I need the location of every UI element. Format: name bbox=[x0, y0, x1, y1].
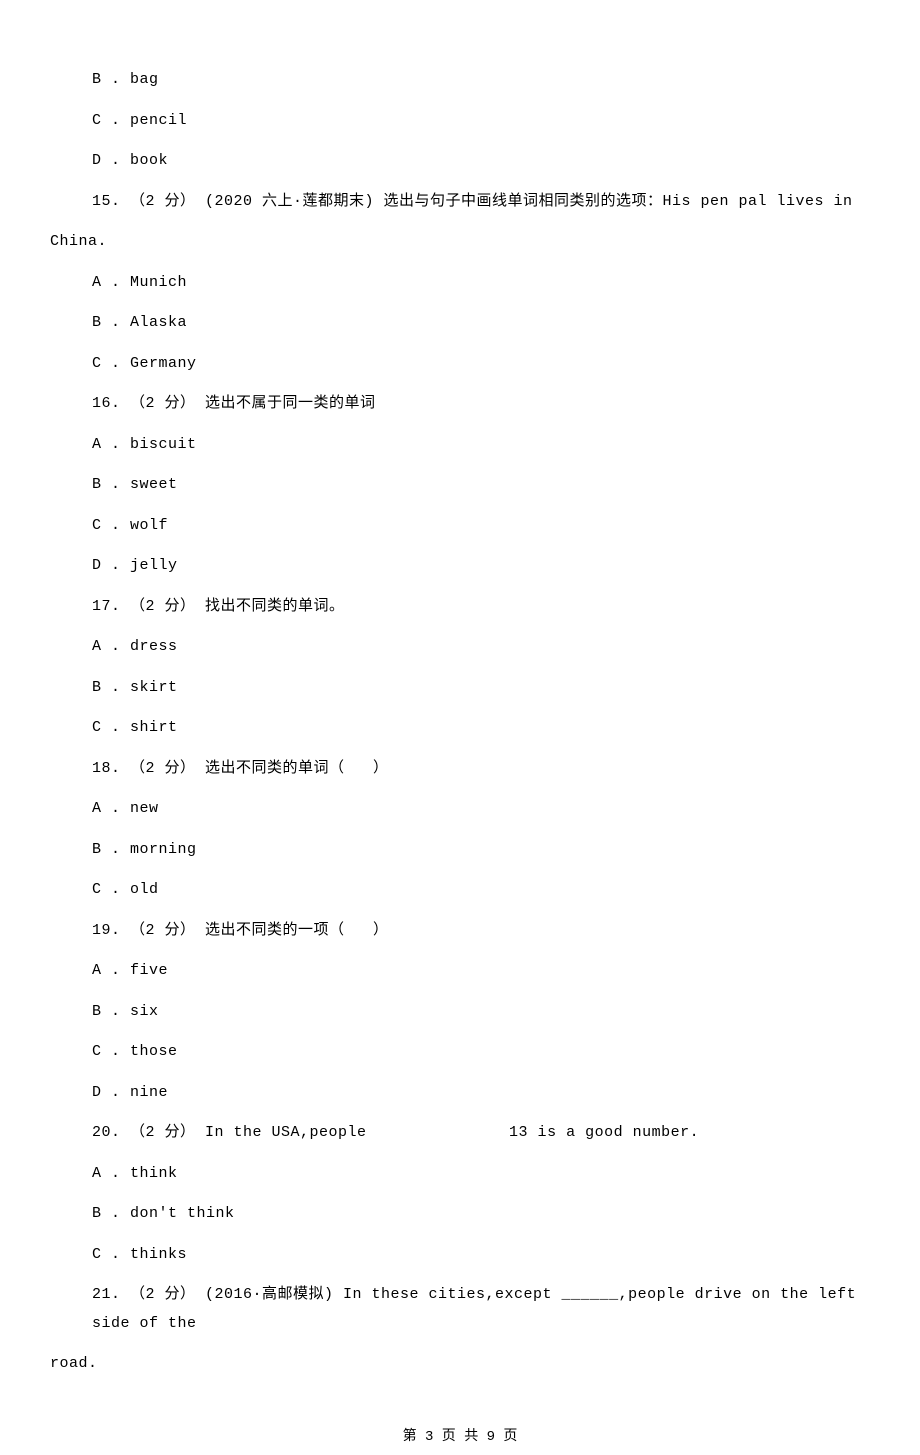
q15-option-b: B . Alaska bbox=[50, 303, 870, 344]
q19-option-d: D . nine bbox=[50, 1073, 870, 1114]
question-21: 21. （2 分） (2016·高邮模拟) In these cities,ex… bbox=[50, 1275, 870, 1344]
q20-option-a: A . think bbox=[50, 1154, 870, 1195]
q17-option-b: B . skirt bbox=[50, 668, 870, 709]
q18-option-c: C . old bbox=[50, 870, 870, 911]
q16-option-c: C . wolf bbox=[50, 506, 870, 547]
q20-option-c: C . thinks bbox=[50, 1235, 870, 1276]
q16-option-b: B . sweet bbox=[50, 465, 870, 506]
question-20: 20. （2 分） In the USA,people 13 is a good… bbox=[50, 1113, 870, 1154]
q18-option-b: B . morning bbox=[50, 830, 870, 871]
page-content: B . bag C . pencil D . book 15. （2 分） (2… bbox=[0, 0, 920, 1405]
option-d-book: D . book bbox=[50, 141, 870, 182]
q20-option-b: B . don't think bbox=[50, 1194, 870, 1235]
q15-option-c: C . Germany bbox=[50, 344, 870, 385]
option-b-bag: B . bag bbox=[50, 60, 870, 101]
question-19: 19. （2 分） 选出不同类的一项（ ） bbox=[50, 911, 870, 952]
q15-option-a: A . Munich bbox=[50, 263, 870, 304]
question-17: 17. （2 分） 找出不同类的单词。 bbox=[50, 587, 870, 628]
option-c-pencil: C . pencil bbox=[50, 101, 870, 142]
q18-option-a: A . new bbox=[50, 789, 870, 830]
question-21-tail: road. bbox=[50, 1344, 870, 1385]
q19-option-b: B . six bbox=[50, 992, 870, 1033]
q16-option-a: A . biscuit bbox=[50, 425, 870, 466]
q19-option-c: C . those bbox=[50, 1032, 870, 1073]
q16-option-d: D . jelly bbox=[50, 546, 870, 587]
question-15: 15. （2 分） (2020 六上·莲都期末) 选出与句子中画线单词相同类别的… bbox=[50, 182, 870, 223]
question-15-tail: China. bbox=[50, 222, 870, 263]
question-16: 16. （2 分） 选出不属于同一类的单词 bbox=[50, 384, 870, 425]
q17-option-c: C . shirt bbox=[50, 708, 870, 749]
q17-option-a: A . dress bbox=[50, 627, 870, 668]
q19-option-a: A . five bbox=[50, 951, 870, 992]
page-footer: 第 3 页 共 9 页 bbox=[0, 1425, 920, 1455]
question-18: 18. （2 分） 选出不同类的单词（ ） bbox=[50, 749, 870, 790]
